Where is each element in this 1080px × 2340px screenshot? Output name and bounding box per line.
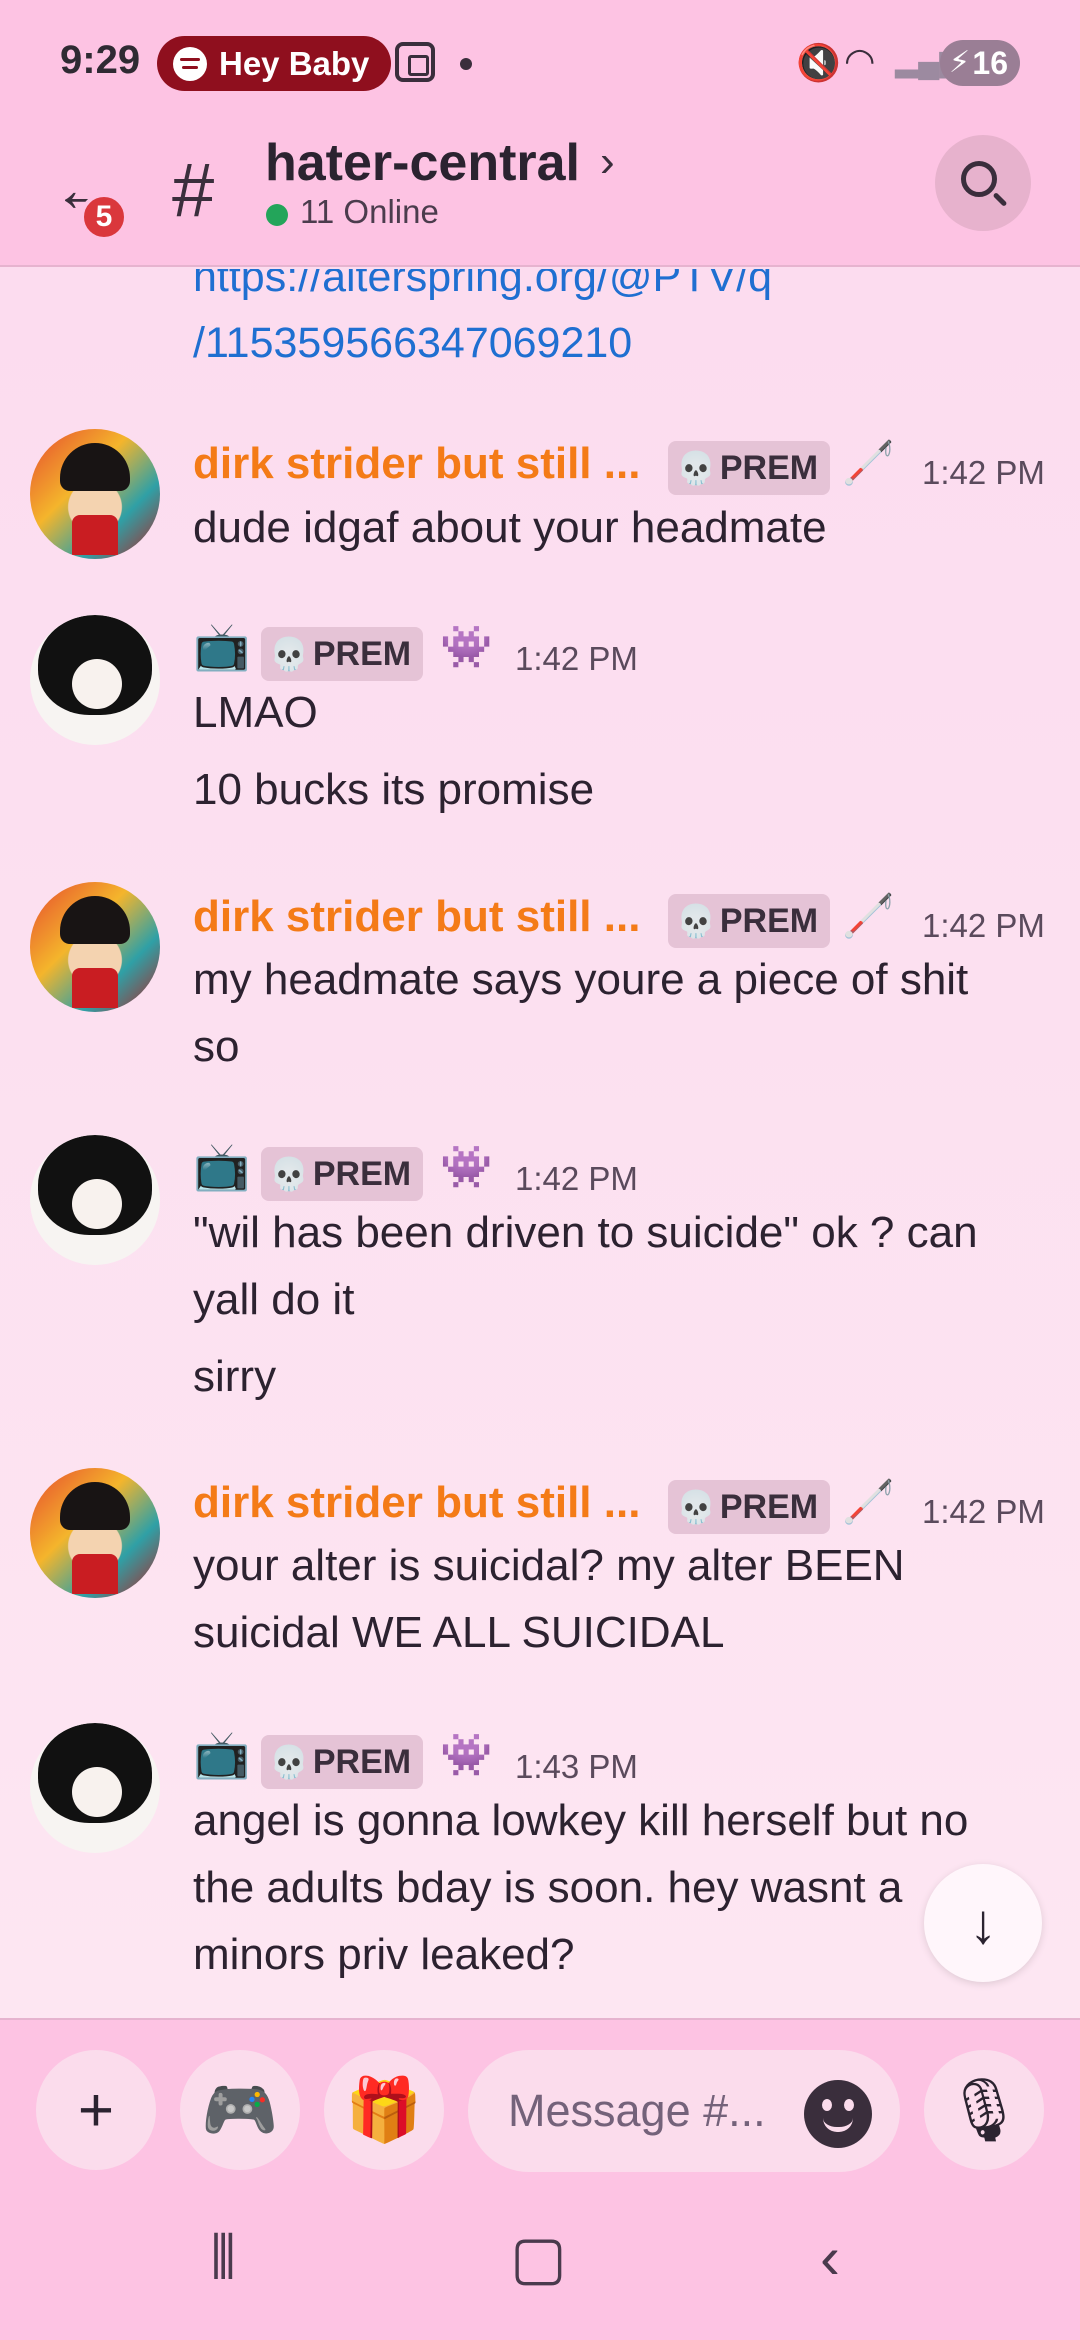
prem-tag-label: PREM [719, 901, 819, 940]
battery-indicator: ⚡ 16 [940, 40, 1020, 86]
message-text[interactable]: sirry [193, 1343, 276, 1410]
avatar[interactable] [30, 1723, 160, 1853]
username[interactable]: dirk strider but still ... [193, 892, 640, 942]
avatar[interactable] [30, 1468, 160, 1598]
home-icon[interactable]: ▢ [510, 2223, 567, 2293]
prem-tag[interactable]: 💀 PREM [668, 1480, 831, 1534]
message-text[interactable]: yall do it [193, 1266, 354, 1333]
skull-icon: 💀 [676, 450, 716, 486]
search-button[interactable] [935, 135, 1031, 231]
spotify-icon [173, 46, 207, 81]
stick-icon: 🦯 [842, 1478, 895, 1525]
prem-tag-label: PREM [312, 1742, 412, 1781]
username[interactable]: dirk strider but still ... [193, 1478, 640, 1528]
message-text[interactable]: angel is gonna lowkey kill herself but n… [193, 1787, 968, 1854]
timestamp: 1:42 PM [515, 1160, 638, 1197]
microphone-icon: 🎙 [944, 2075, 1024, 2145]
recent-apps-icon[interactable]: ⦀ [210, 2223, 236, 2293]
robot-icon: 👾 [440, 623, 493, 670]
skull-icon: 💀 [269, 1744, 309, 1780]
gift-icon: 🎁 [345, 2075, 423, 2145]
tv-icon: 📺 [193, 1728, 251, 1780]
timestamp: 1:42 PM [922, 454, 1045, 491]
message-text[interactable]: dude idgaf about your headmate [193, 494, 827, 561]
message-text[interactable]: so [193, 1013, 239, 1080]
unread-badge: 5 [80, 193, 128, 241]
channel-hash-icon: # [172, 148, 215, 233]
back-nav-icon[interactable]: ‹ [820, 2223, 840, 2292]
emoji-picker-icon[interactable] [804, 2080, 872, 2148]
system-nav-bar: ⦀ ▢ ‹ [0, 2193, 1080, 2340]
plus-icon: + [77, 2075, 115, 2145]
now-playing-title: Hey Baby [219, 44, 370, 82]
message-link[interactable]: https://alterspring.org/@PTV/q [193, 269, 772, 302]
prem-tag[interactable]: 💀 PREM [261, 627, 424, 681]
stick-icon: 🦯 [842, 439, 895, 486]
channel-header: ← 5 # hater-central › 11 Online [0, 125, 1080, 267]
chevron-right-icon[interactable]: › [600, 137, 615, 187]
now-playing-pill[interactable]: Hey Baby [157, 36, 392, 91]
gift-button[interactable]: 🎁 [324, 2050, 444, 2170]
arrow-down-icon: ↓ [969, 1891, 997, 1955]
message-text[interactable]: your alter is suicidal? my alter BEEN [193, 1532, 905, 1599]
avatar[interactable] [30, 1135, 160, 1265]
message-text[interactable]: my headmate says youre a piece of shit [193, 946, 968, 1013]
timestamp: 1:42 PM [922, 907, 1045, 944]
screenshot-icon [395, 42, 435, 82]
skull-icon: 💀 [269, 1156, 309, 1192]
message-text[interactable]: LMAO [193, 679, 318, 746]
jump-to-bottom-button[interactable]: ↓ [924, 1864, 1042, 1982]
wifi-icon: ◠ [844, 40, 876, 81]
battery-charging-icon: ⚡ [949, 46, 971, 79]
skull-icon: 💀 [676, 903, 716, 939]
search-icon [961, 161, 997, 197]
avatar[interactable] [30, 615, 160, 745]
prem-tag[interactable]: 💀 PREM [668, 894, 831, 948]
online-count: 11 Online [300, 193, 439, 230]
prem-tag-label: PREM [312, 634, 412, 673]
prem-tag[interactable]: 💀 PREM [261, 1735, 424, 1789]
message-text[interactable]: minors priv leaked? [193, 1921, 575, 1988]
timestamp: 1:42 PM [922, 1493, 1045, 1530]
message-list[interactable]: https://alterspring.org/@PTV/q /11535956… [0, 269, 1080, 2019]
mute-icon: 🔇 [796, 42, 841, 83]
tv-icon: 📺 [193, 1140, 251, 1192]
prem-tag[interactable]: 💀 PREM [668, 441, 831, 495]
timestamp: 1:42 PM [515, 640, 638, 677]
robot-icon: 👾 [440, 1731, 493, 1778]
stick-icon: 🦯 [842, 892, 895, 939]
robot-icon: 👾 [440, 1143, 493, 1190]
notification-dot-icon [460, 58, 472, 70]
message-composer: + 🎮 🎁 Message #... 🎙 [0, 2018, 1080, 2193]
avatar[interactable] [30, 429, 160, 559]
gamepad-icon: 🎮 [201, 2075, 279, 2145]
message-link[interactable]: /115359566347069210 [193, 319, 632, 368]
username[interactable]: dirk strider but still ... [193, 439, 640, 489]
skull-icon: 💀 [676, 1489, 716, 1525]
voice-message-button[interactable]: 🎙 [924, 2050, 1044, 2170]
online-status-dot [266, 204, 288, 226]
prem-tag[interactable]: 💀 PREM [261, 1147, 424, 1201]
message-text[interactable]: "wil has been driven to suicide" ok ? ca… [193, 1199, 978, 1266]
avatar[interactable] [30, 882, 160, 1012]
prem-tag-label: PREM [312, 1154, 412, 1193]
activities-button[interactable]: 🎮 [180, 2050, 300, 2170]
status-time: 9:29 [60, 38, 141, 82]
channel-name[interactable]: hater-central [265, 133, 580, 193]
add-attachment-button[interactable]: + [36, 2050, 156, 2170]
skull-icon: 💀 [269, 636, 309, 672]
message-input-placeholder: Message #... [508, 2085, 766, 2136]
prem-tag-label: PREM [719, 1487, 819, 1526]
message-text[interactable]: the adults bday is soon. hey wasnt a [193, 1854, 902, 1921]
status-bar: 9:29 Hey Baby 🔇 ◠ ▂▄▆ ⚡ 16 [0, 0, 1080, 125]
battery-level: 16 [972, 44, 1008, 81]
prem-tag-label: PREM [719, 448, 819, 487]
tv-icon: 📺 [193, 620, 251, 672]
message-text[interactable]: suicidal WE ALL SUICIDAL [193, 1599, 724, 1666]
timestamp: 1:43 PM [515, 1748, 638, 1785]
message-text[interactable]: 10 bucks its promise [193, 756, 594, 823]
